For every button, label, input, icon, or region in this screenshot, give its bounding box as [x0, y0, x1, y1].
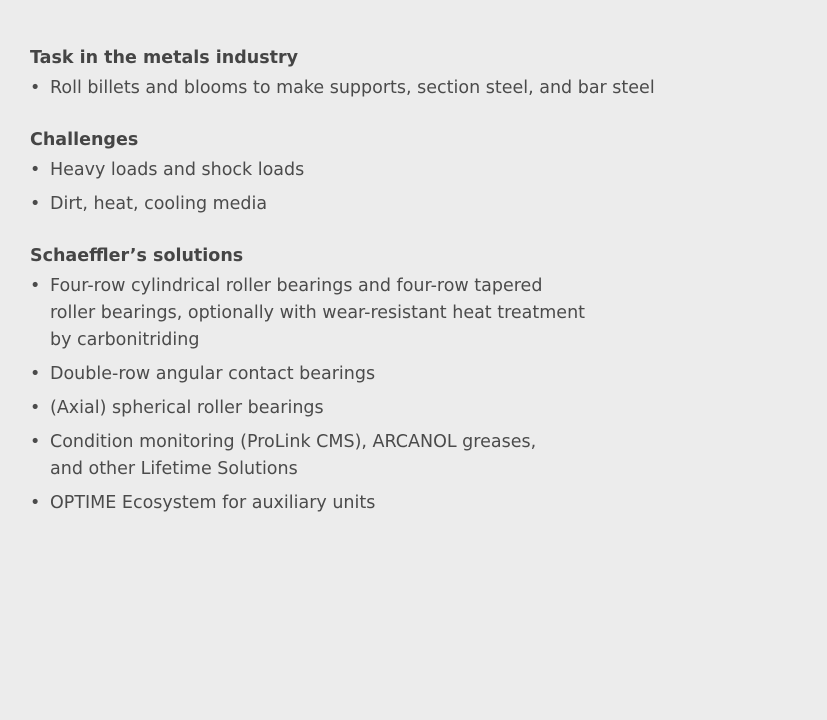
list-item-text: Heavy loads and shock loads	[50, 160, 305, 180]
bullet-icon: •	[30, 493, 41, 513]
section-solutions: Schaeffler’s solutions • Four-row cylindr…	[30, 242, 797, 517]
list-item-text: (Axial) spherical roller bearings	[50, 398, 324, 418]
bullet-icon: •	[30, 364, 41, 384]
list-item-text: Roll billets and blooms to make supports…	[50, 78, 655, 98]
list-item: • Four-row cylindrical roller bearings an…	[30, 273, 797, 354]
bullet-icon: •	[30, 276, 41, 296]
section-challenges: Challenges • Heavy loads and shock loads …	[30, 126, 797, 218]
list-item: • OPTIME Ecosystem for auxiliary units	[30, 490, 797, 517]
bullet-icon: •	[30, 194, 41, 214]
bullet-list: • Heavy loads and shock loads • Dirt, heat…	[30, 157, 797, 218]
bullet-list: • Four-row cylindrical roller bearings an…	[30, 273, 797, 517]
list-item: • Condition monitoring (ProLink CMS), ARC…	[30, 429, 797, 483]
list-item-text: Dirt, heat, cooling media	[50, 194, 268, 214]
list-item-text: Condition monitoring (ProLink CMS), ARCA…	[50, 432, 537, 479]
section-heading: Schaeffler’s solutions	[30, 246, 244, 266]
section-heading: Task in the metals industry	[30, 48, 299, 68]
section-task: Task in the metals industry • Roll billet…	[30, 44, 797, 102]
list-item-text: Four-row cylindrical roller bearings and…	[50, 276, 586, 350]
list-item-text: OPTIME Ecosystem for auxiliary units	[50, 493, 376, 513]
list-item: • Double-row angular contact bearings	[30, 361, 797, 388]
list-item: • (Axial) spherical roller bearings	[30, 395, 797, 422]
bullet-list: • Roll billets and blooms to make support…	[30, 75, 797, 102]
bullet-icon: •	[30, 160, 41, 180]
bullet-icon: •	[30, 398, 41, 418]
bullet-icon: •	[30, 78, 41, 98]
list-item: • Roll billets and blooms to make support…	[30, 75, 797, 102]
bullet-icon: •	[30, 432, 41, 452]
list-item: • Heavy loads and shock loads	[30, 157, 797, 184]
section-heading: Challenges	[30, 130, 139, 150]
info-panel: Task in the metals industry • Roll billet…	[0, 0, 827, 720]
list-item-text: Double-row angular contact bearings	[50, 364, 376, 384]
list-item: • Dirt, heat, cooling media	[30, 191, 797, 218]
